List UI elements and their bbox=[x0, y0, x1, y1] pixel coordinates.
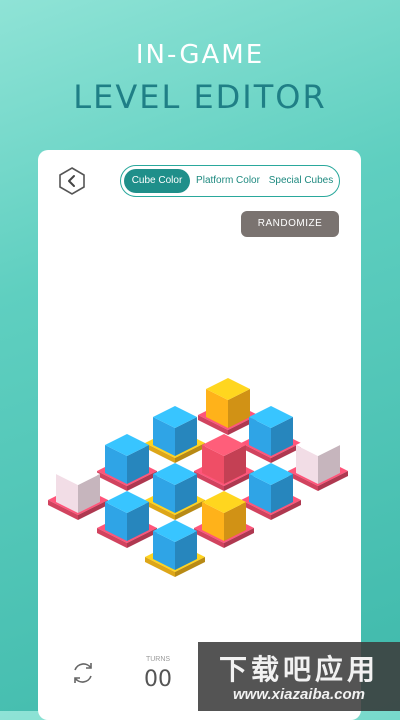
turns-counter: 00 bbox=[144, 667, 172, 692]
promo-line-1: IN-GAME bbox=[135, 40, 265, 70]
watermark-url: www.xiazaiba.com bbox=[233, 686, 365, 703]
tab-bar: Cube Color Platform Color Special Cubes bbox=[120, 165, 340, 197]
restart-button[interactable] bbox=[68, 658, 98, 688]
turns-label: TURNS bbox=[145, 656, 171, 663]
tab-special-cubes[interactable]: Special Cubes bbox=[266, 169, 336, 193]
promo-line-2: LEVEL EDITOR bbox=[73, 78, 327, 116]
watermark-title: 下载吧应用 bbox=[218, 653, 379, 686]
randomize-button[interactable]: RANDOMIZE bbox=[241, 211, 339, 237]
chevron-left-icon bbox=[59, 167, 85, 195]
back-button[interactable] bbox=[57, 166, 87, 196]
editor-panel: Cube Color Platform Color Special Cubes … bbox=[38, 150, 361, 720]
level-board bbox=[48, 378, 348, 577]
tab-cube-color[interactable]: Cube Color bbox=[124, 169, 190, 193]
watermark: 下载吧应用 www.xiazaiba.com bbox=[198, 642, 400, 711]
refresh-icon bbox=[74, 663, 92, 683]
tab-platform-color[interactable]: Platform Color bbox=[190, 169, 266, 193]
